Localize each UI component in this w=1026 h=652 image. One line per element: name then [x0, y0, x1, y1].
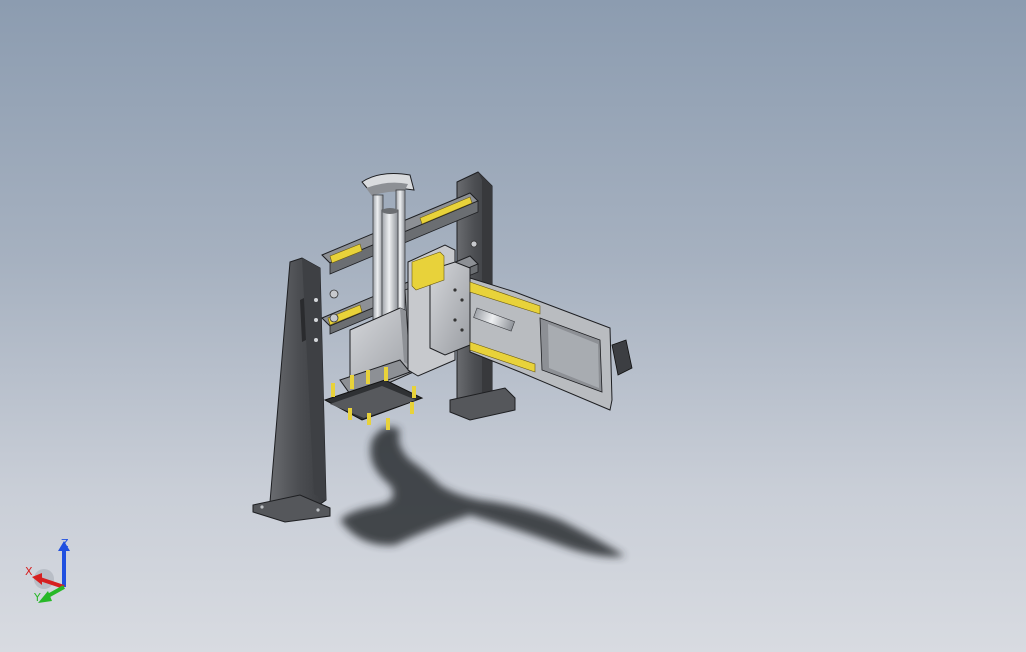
x-axis-label: X: [25, 565, 33, 578]
gantry-model-scene[interactable]: [0, 0, 1026, 652]
gripper-tooling[interactable]: [323, 359, 424, 430]
y-axis-label: Y: [33, 591, 41, 604]
z-axis-label: Z: [61, 537, 69, 550]
cad-viewport[interactable]: Z X Y: [0, 0, 1026, 652]
front-column[interactable]: [252, 257, 331, 523]
coordinate-triad[interactable]: Z X Y: [22, 535, 82, 610]
floor-shadow: [340, 426, 625, 557]
horizontal-arm[interactable]: [407, 244, 633, 411]
